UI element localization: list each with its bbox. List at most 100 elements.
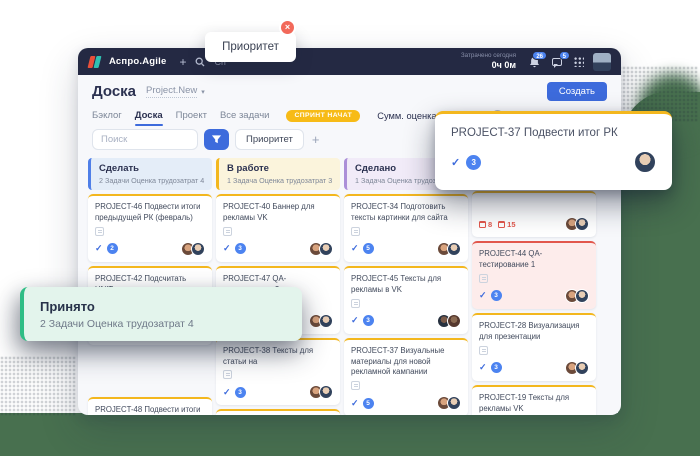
check-icon: ✓ bbox=[223, 243, 231, 254]
tab-Доска[interactable]: Доска bbox=[135, 110, 163, 121]
task-card[interactable]: PROJECT-48 Подвести итоги РК✓2 bbox=[88, 397, 212, 415]
avatar bbox=[575, 289, 589, 303]
time-tracker: Затрачено сегодня 0ч 0м bbox=[461, 52, 516, 71]
estimate-badge: 3 bbox=[235, 387, 246, 398]
subtasks-icon bbox=[223, 227, 232, 236]
add-filter-icon[interactable]: + bbox=[312, 132, 320, 147]
avatar bbox=[447, 242, 461, 256]
tab-Все задачи[interactable]: Все задачи bbox=[220, 110, 270, 121]
task-title: PROJECT-19 Тексты для рекламы VK bbox=[479, 393, 589, 415]
estimate-badge: 5 bbox=[363, 243, 374, 254]
apps-grid-icon[interactable] bbox=[573, 56, 584, 67]
board-header: Доска Project.New ▾ Создать bbox=[78, 75, 621, 101]
avatar bbox=[447, 314, 461, 328]
avatar bbox=[319, 242, 333, 256]
task-card[interactable]: PROJECT-34 Подготовить тексты картинки д… bbox=[344, 194, 468, 262]
task-title: PROJECT-46 Подвести итоги предыдущей РК … bbox=[95, 202, 205, 224]
card-footer: ✓3 bbox=[223, 242, 333, 256]
overdue-indicator: 15 bbox=[498, 220, 515, 229]
search-icon[interactable] bbox=[195, 57, 205, 67]
subtasks-icon bbox=[479, 346, 488, 355]
assignees bbox=[437, 396, 461, 410]
card-footer: ✓3 bbox=[351, 314, 461, 328]
task-title: PROJECT-28 Визуализация для презентации bbox=[479, 321, 589, 343]
task-title: PROJECT-37 Визуальные материалы для ново… bbox=[351, 346, 461, 379]
task-card[interactable]: теории✓3 bbox=[216, 409, 340, 415]
estimate-badge: 3 bbox=[363, 315, 374, 326]
subtasks-icon bbox=[351, 227, 360, 236]
avatar bbox=[575, 217, 589, 231]
check-icon: ✓ bbox=[451, 156, 460, 169]
deadline-icon bbox=[498, 221, 505, 228]
task-card[interactable]: PROJECT-40 Баннер для рекламы VK ✓3 bbox=[216, 194, 340, 262]
time-tracker-value: 0ч 0м bbox=[461, 60, 516, 71]
avatar bbox=[319, 314, 333, 328]
task-card[interactable]: 815 bbox=[472, 191, 596, 237]
task-title: PROJECT-38 Тексты для статьи на bbox=[223, 346, 333, 368]
task-card[interactable]: PROJECT-19 Тексты для рекламы VK✓2 bbox=[472, 385, 596, 415]
estimate-badge: 3 bbox=[466, 155, 481, 170]
task-card[interactable]: PROJECT-28 Визуализация для презентации ✓… bbox=[472, 313, 596, 381]
marketing-screenshot: Аспро.Agile + Сп Затрачено сегодня 0ч 0м… bbox=[0, 0, 700, 456]
check-icon: ✓ bbox=[479, 290, 487, 301]
column-meta: 2 Задачи Оценка трудозатрат 4 bbox=[99, 176, 204, 185]
card-footer: ✓5 bbox=[351, 396, 461, 410]
app-name: Аспро.Agile bbox=[109, 56, 166, 67]
column-meta: 1 Задача Оценка трудозатрат 3 bbox=[227, 176, 332, 185]
close-icon[interactable]: × bbox=[279, 19, 296, 36]
check-icon: ✓ bbox=[351, 398, 359, 409]
search-input[interactable] bbox=[92, 129, 198, 150]
estimate-badge: 2 bbox=[107, 243, 118, 254]
task-card[interactable]: PROJECT-44 QA-тестирование 1✓3 bbox=[472, 241, 596, 309]
estimate-badge: 3 bbox=[491, 362, 502, 373]
column-header[interactable]: Сделать2 Задачи Оценка трудозатрат 4 bbox=[88, 158, 212, 190]
priority-filter-chip[interactable]: Приоритет bbox=[235, 129, 304, 150]
filter-button[interactable] bbox=[204, 129, 229, 150]
avatar bbox=[575, 361, 589, 375]
avatar bbox=[447, 396, 461, 410]
task-title: PROJECT-40 Баннер для рекламы VK bbox=[223, 202, 333, 224]
assignees bbox=[565, 217, 589, 231]
priority-tooltip: Приоритет bbox=[205, 32, 296, 62]
assignees bbox=[565, 289, 589, 303]
subtasks-icon bbox=[479, 274, 488, 283]
accepted-column-popup: Принято 2 Задачи Оценка трудозатрат 4 bbox=[20, 287, 302, 341]
assignees bbox=[309, 314, 333, 328]
accepted-meta: 2 Задачи Оценка трудозатрат 4 bbox=[40, 318, 286, 330]
card-footer: ✓5 bbox=[351, 242, 461, 256]
kanban-column: Сделано1 Задача Оценка трудозатратPROJEC… bbox=[344, 158, 468, 415]
tab-Проект[interactable]: Проект bbox=[176, 110, 207, 121]
chevron-down-icon: ▾ bbox=[201, 88, 205, 96]
subtasks-icon bbox=[351, 381, 360, 390]
create-button[interactable]: Создать bbox=[547, 82, 607, 101]
check-icon: ✓ bbox=[479, 362, 487, 373]
card-footer: ✓3 bbox=[479, 361, 589, 375]
task-card[interactable]: PROJECT-37 Визуальные материалы для ново… bbox=[344, 338, 468, 415]
user-avatar[interactable] bbox=[593, 53, 611, 71]
quick-add-icon[interactable]: + bbox=[179, 55, 186, 69]
time-tracker-label: Затрачено сегодня bbox=[461, 52, 516, 60]
assignees bbox=[437, 314, 461, 328]
task-card[interactable]: PROJECT-45 Тексты для рекламы в VK✓3 bbox=[344, 266, 468, 334]
sprint-status-badge: СПРИНТ НАЧАТ bbox=[286, 110, 360, 122]
aspro-logo-icon bbox=[88, 56, 100, 68]
task-card[interactable]: PROJECT-46 Подвести итоги предыдущей РК … bbox=[88, 194, 212, 262]
check-icon: ✓ bbox=[95, 243, 103, 254]
green-backdrop-bottom bbox=[0, 413, 700, 456]
dragged-task-card[interactable]: PROJECT-37 Подвести итог РК ✓ 3 bbox=[435, 111, 672, 190]
task-title: PROJECT-48 Подвести итоги РК bbox=[95, 405, 205, 415]
project-selector[interactable]: Project.New ▾ bbox=[146, 85, 205, 98]
card-footer: ✓3 bbox=[479, 289, 589, 303]
column-title: В работе bbox=[227, 163, 332, 174]
check-icon: ✓ bbox=[351, 243, 359, 254]
task-card[interactable]: PROJECT-38 Тексты для статьи на✓3 bbox=[216, 338, 340, 406]
messages-badge: 5 bbox=[559, 51, 570, 61]
messages-button[interactable]: 5 bbox=[550, 55, 564, 69]
task-title: PROJECT-34 Подготовить тексты картинки д… bbox=[351, 202, 461, 224]
project-name: Project.New bbox=[146, 85, 197, 98]
column-header[interactable]: В работе 1 Задача Оценка трудозатрат 3 bbox=[216, 158, 340, 190]
dragged-card-title: PROJECT-37 Подвести итог РК bbox=[451, 127, 656, 139]
tab-Бэклог[interactable]: Бэклог bbox=[92, 110, 122, 121]
card-footer: ✓2 bbox=[95, 242, 205, 256]
notifications-button[interactable]: 26 bbox=[527, 55, 541, 69]
